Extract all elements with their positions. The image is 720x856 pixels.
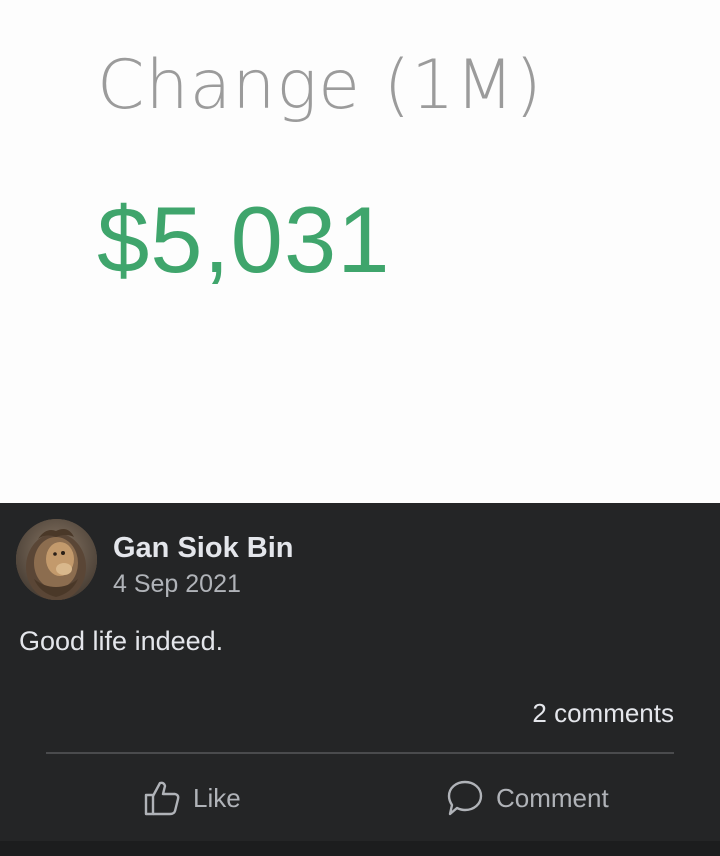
comment-label: Comment [496,782,609,813]
change-period-label: Change (1M) [97,46,543,125]
author-name[interactable]: Gan Siok Bin [113,532,293,565]
lion-icon [16,519,97,600]
change-amount-value: $5,031 [97,187,391,292]
post-text: Good life indeed. [19,626,224,656]
like-button[interactable]: Like [143,775,241,821]
bottom-edge [0,841,720,856]
like-label: Like [193,782,241,813]
thumbs-up-icon [144,781,180,816]
divider [46,752,674,754]
comment-button[interactable]: Comment [446,775,609,821]
comments-count-link[interactable]: 2 comments [532,698,674,729]
lion-avatar[interactable] [16,519,97,600]
shared-image[interactable]: Change (1M) $5,031 [0,0,720,503]
post-card: Gan Siok Bin 4 Sep 2021 Good life indeed… [0,503,720,856]
post-date[interactable]: 4 Sep 2021 [113,570,241,599]
speech-bubble-icon [447,780,483,816]
